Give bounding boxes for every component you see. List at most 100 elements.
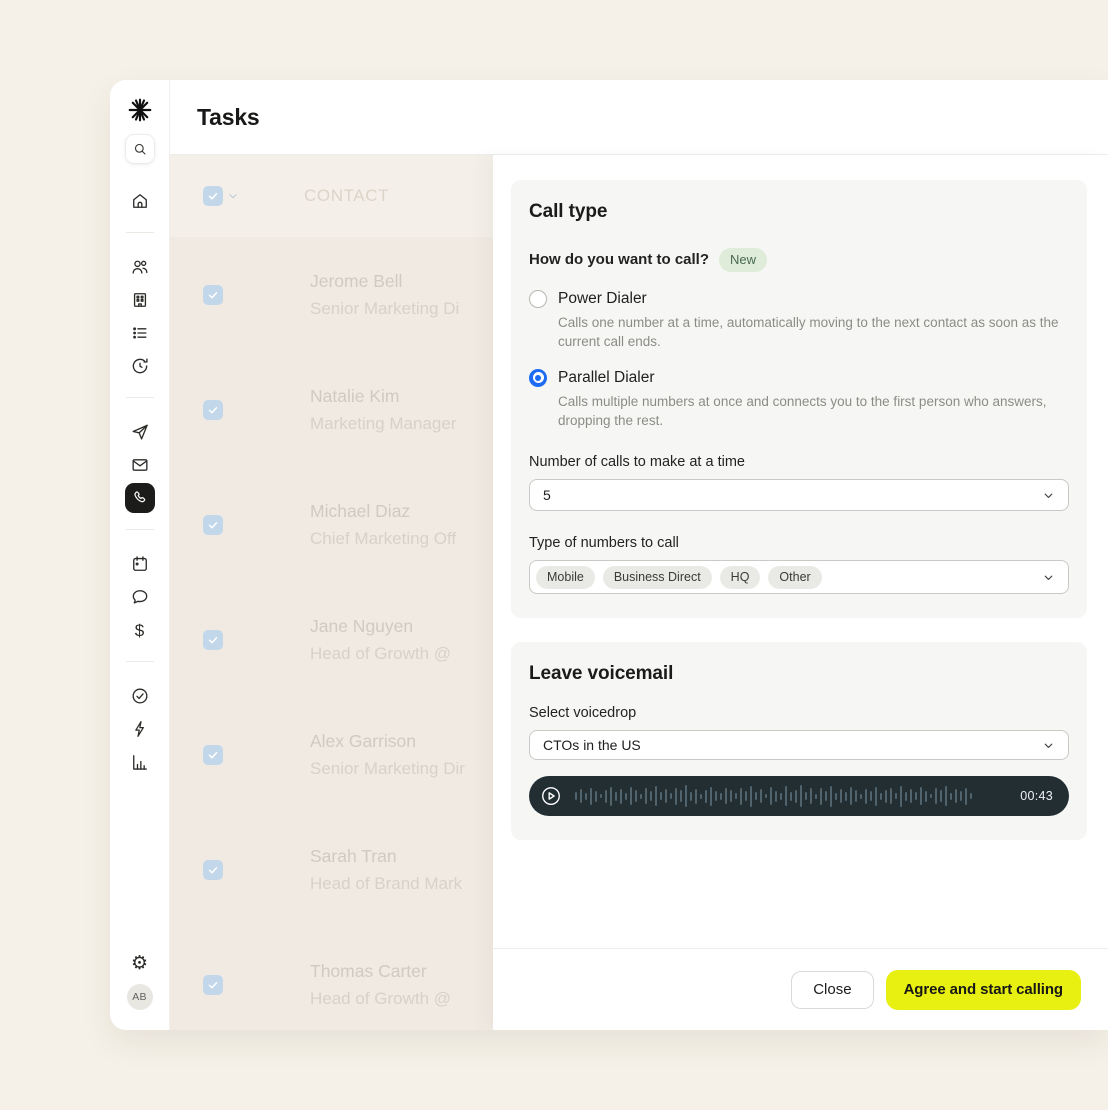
sidebar-item-calls[interactable] <box>125 483 155 513</box>
sidebar-divider <box>126 529 154 530</box>
table-row: Jane NguyenHead of Growth @ <box>170 582 493 697</box>
option-power-dialer: Power Dialer Calls one number at a time,… <box>529 290 1069 351</box>
contacts-table: CONTACT Jerome BellSenior Marketing Di N… <box>170 155 493 1030</box>
list-icon <box>130 323 150 343</box>
row-checkbox[interactable] <box>203 285 223 305</box>
app-logo-icon <box>126 96 154 124</box>
sidebar-item-tasks[interactable] <box>125 681 155 711</box>
sidebar-item-email[interactable] <box>125 450 155 480</box>
sidebar-item-home[interactable] <box>125 186 155 216</box>
contact-title: Head of Growth @ <box>310 985 451 1013</box>
sidebar-divider <box>126 397 154 398</box>
building-icon <box>130 290 150 310</box>
audio-duration: 00:43 <box>1020 789 1053 803</box>
sidebar-divider <box>126 232 154 233</box>
row-checkbox[interactable] <box>203 745 223 765</box>
sidebar-item-automations[interactable] <box>125 714 155 744</box>
row-checkbox[interactable] <box>203 400 223 420</box>
contact-title: Senior Marketing Dir <box>310 755 465 783</box>
close-button[interactable]: Close <box>791 971 873 1009</box>
send-icon <box>130 422 150 442</box>
chevron-down-icon <box>1042 571 1055 584</box>
search-button[interactable] <box>125 134 155 164</box>
app-window: $ <box>110 80 1108 1030</box>
parallel-dialer-radio-row[interactable]: Parallel Dialer <box>529 369 1069 387</box>
row-checkbox[interactable] <box>203 860 223 880</box>
people-icon <box>130 257 150 277</box>
power-dialer-description: Calls one number at a time, automaticall… <box>558 313 1069 351</box>
sidebar-item-companies[interactable] <box>125 285 155 315</box>
table-row: Thomas CarterHead of Growth @ <box>170 927 493 1030</box>
avatar[interactable]: AB <box>127 984 153 1010</box>
new-badge: New <box>719 248 767 272</box>
dollar-icon: $ <box>135 622 144 639</box>
table-row: Jerome BellSenior Marketing Di <box>170 237 493 352</box>
number-type-chip: Business Direct <box>603 566 712 589</box>
sidebar: $ <box>110 80 170 1030</box>
sidebar-item-sync[interactable] <box>125 351 155 381</box>
row-checkbox[interactable] <box>203 975 223 995</box>
calls-count-select[interactable]: 5 <box>529 479 1069 511</box>
mail-icon <box>130 455 150 475</box>
contact-title: Marketing Manager <box>310 410 456 438</box>
call-settings-panel: Call type How do you want to call? New P… <box>493 155 1108 1030</box>
calls-count-value: 5 <box>543 487 551 503</box>
sidebar-item-lists[interactable] <box>125 318 155 348</box>
chevron-down-icon[interactable] <box>227 190 239 202</box>
sidebar-item-people[interactable] <box>125 252 155 282</box>
column-header-contact: CONTACT <box>304 186 389 206</box>
sidebar-item-calendar[interactable] <box>125 549 155 579</box>
table-row: Natalie KimMarketing Manager <box>170 352 493 467</box>
contact-title: Chief Marketing Off <box>310 525 456 553</box>
home-icon <box>130 191 150 211</box>
radio-selected[interactable] <box>529 369 547 387</box>
power-dialer-radio-row[interactable]: Power Dialer <box>529 290 1069 308</box>
sidebar-item-chat[interactable] <box>125 582 155 612</box>
number-type-chip: HQ <box>720 566 761 589</box>
page-title: Tasks <box>197 104 260 131</box>
voicedrop-value: CTOs in the US <box>543 737 641 753</box>
gear-icon: ⚙ <box>131 954 148 973</box>
lightning-icon <box>130 719 150 739</box>
table-row: Sarah TranHead of Brand Mark <box>170 812 493 927</box>
number-type-chip: Mobile <box>536 566 595 589</box>
search-icon <box>132 141 148 157</box>
contact-title: Head of Brand Mark <box>310 870 462 898</box>
select-all-checkbox[interactable] <box>203 186 223 206</box>
call-type-card: Call type How do you want to call? New P… <box>511 180 1087 618</box>
audio-player: 00:43 <box>529 776 1069 816</box>
dialog-footer: Close Agree and start calling <box>493 948 1108 1030</box>
sidebar-item-deals[interactable]: $ <box>125 615 155 645</box>
call-type-question: How do you want to call? <box>529 251 709 268</box>
radio-unselected[interactable] <box>529 290 547 308</box>
row-checkbox[interactable] <box>203 515 223 535</box>
chevron-down-icon <box>1042 739 1055 752</box>
sidebar-divider <box>126 661 154 662</box>
number-types-select[interactable]: Mobile Business Direct HQ Other <box>529 560 1069 594</box>
voicedrop-label: Select voicedrop <box>529 705 1069 721</box>
contact-title: Senior Marketing Di <box>310 295 459 323</box>
settings-button[interactable]: ⚙ <box>125 948 155 978</box>
play-button[interactable] <box>539 784 563 808</box>
number-type-chip: Other <box>768 566 821 589</box>
chevron-down-icon <box>1042 489 1055 502</box>
table-header-row: CONTACT <box>170 155 493 237</box>
contact-title: Head of Growth @ <box>310 640 451 668</box>
calendar-icon <box>130 554 150 574</box>
phone-icon <box>131 489 149 507</box>
sidebar-item-sequences[interactable] <box>125 417 155 447</box>
waveform <box>575 784 1006 808</box>
voicemail-title: Leave voicemail <box>529 663 1069 685</box>
sidebar-item-analytics[interactable] <box>125 747 155 777</box>
chat-bubble-icon <box>130 587 150 607</box>
contact-name: Thomas Carter <box>310 957 451 985</box>
agree-start-calling-button[interactable]: Agree and start calling <box>886 970 1081 1010</box>
row-checkbox[interactable] <box>203 630 223 650</box>
contact-name: Michael Diaz <box>310 497 456 525</box>
page-header: Tasks <box>170 80 1108 155</box>
number-types-label: Type of numbers to call <box>529 535 1069 551</box>
contact-name: Natalie Kim <box>310 382 456 410</box>
contact-name: Sarah Tran <box>310 842 462 870</box>
voicedrop-select[interactable]: CTOs in the US <box>529 730 1069 760</box>
option-parallel-dialer: Parallel Dialer Calls multiple numbers a… <box>529 369 1069 430</box>
